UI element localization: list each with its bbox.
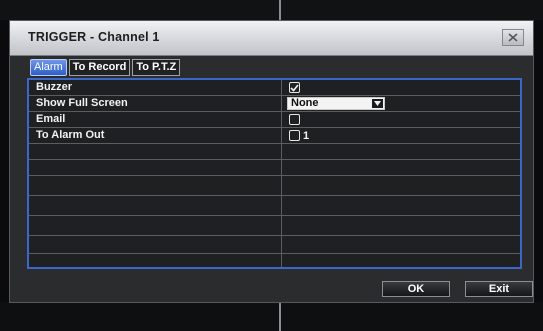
tab-to-record[interactable]: To Record — [68, 59, 131, 76]
to-alarm-out-label: To Alarm Out — [36, 129, 105, 141]
close-x-icon — [508, 33, 518, 42]
email-label: Email — [36, 113, 66, 125]
select-value: None — [291, 97, 319, 109]
split-divider-bottom — [279, 300, 281, 331]
table-row — [29, 220, 520, 236]
tab-alarm[interactable]: Alarm — [30, 59, 67, 76]
buzzer-checkbox[interactable] — [289, 82, 300, 93]
table-row-buzzer: Buzzer — [29, 80, 520, 96]
table-row — [29, 180, 520, 196]
table-row-email: Email — [29, 112, 520, 128]
settings-table: Buzzer Show Full Screen None Email To Al… — [27, 78, 522, 269]
checkmark-icon — [290, 83, 299, 92]
buzzer-label: Buzzer — [36, 81, 73, 93]
split-divider-top — [279, 0, 281, 22]
video-background-top — [0, 0, 543, 20]
dialog-titlebar: TRIGGER - Channel 1 — [10, 21, 533, 56]
dialog-title: TRIGGER - Channel 1 — [28, 30, 160, 44]
table-row — [29, 160, 520, 176]
column-divider — [281, 80, 282, 267]
table-row — [29, 238, 520, 254]
show-full-screen-select[interactable]: None — [287, 97, 385, 110]
close-button[interactable] — [502, 29, 524, 46]
show-full-screen-label: Show Full Screen — [36, 97, 128, 109]
dropdown-arrow-icon[interactable] — [372, 99, 383, 108]
table-row-show-full-screen: Show Full Screen None — [29, 96, 520, 112]
table-row — [29, 144, 520, 160]
alarm-out-number: 1 — [303, 129, 310, 142]
tab-bar: Alarm To Record To P.T.Z — [30, 59, 182, 76]
video-background-bottom — [0, 302, 543, 331]
tab-to-ptz[interactable]: To P.T.Z — [132, 59, 181, 76]
ok-button[interactable]: OK — [382, 281, 450, 297]
exit-button[interactable]: Exit — [465, 281, 533, 297]
email-checkbox[interactable] — [289, 114, 300, 125]
trigger-dialog: TRIGGER - Channel 1 Alarm To Record To P… — [9, 20, 534, 303]
table-row — [29, 200, 520, 216]
alarm-out-1-checkbox[interactable] — [289, 130, 300, 141]
table-row-to-alarm-out: To Alarm Out 1 — [29, 128, 520, 144]
